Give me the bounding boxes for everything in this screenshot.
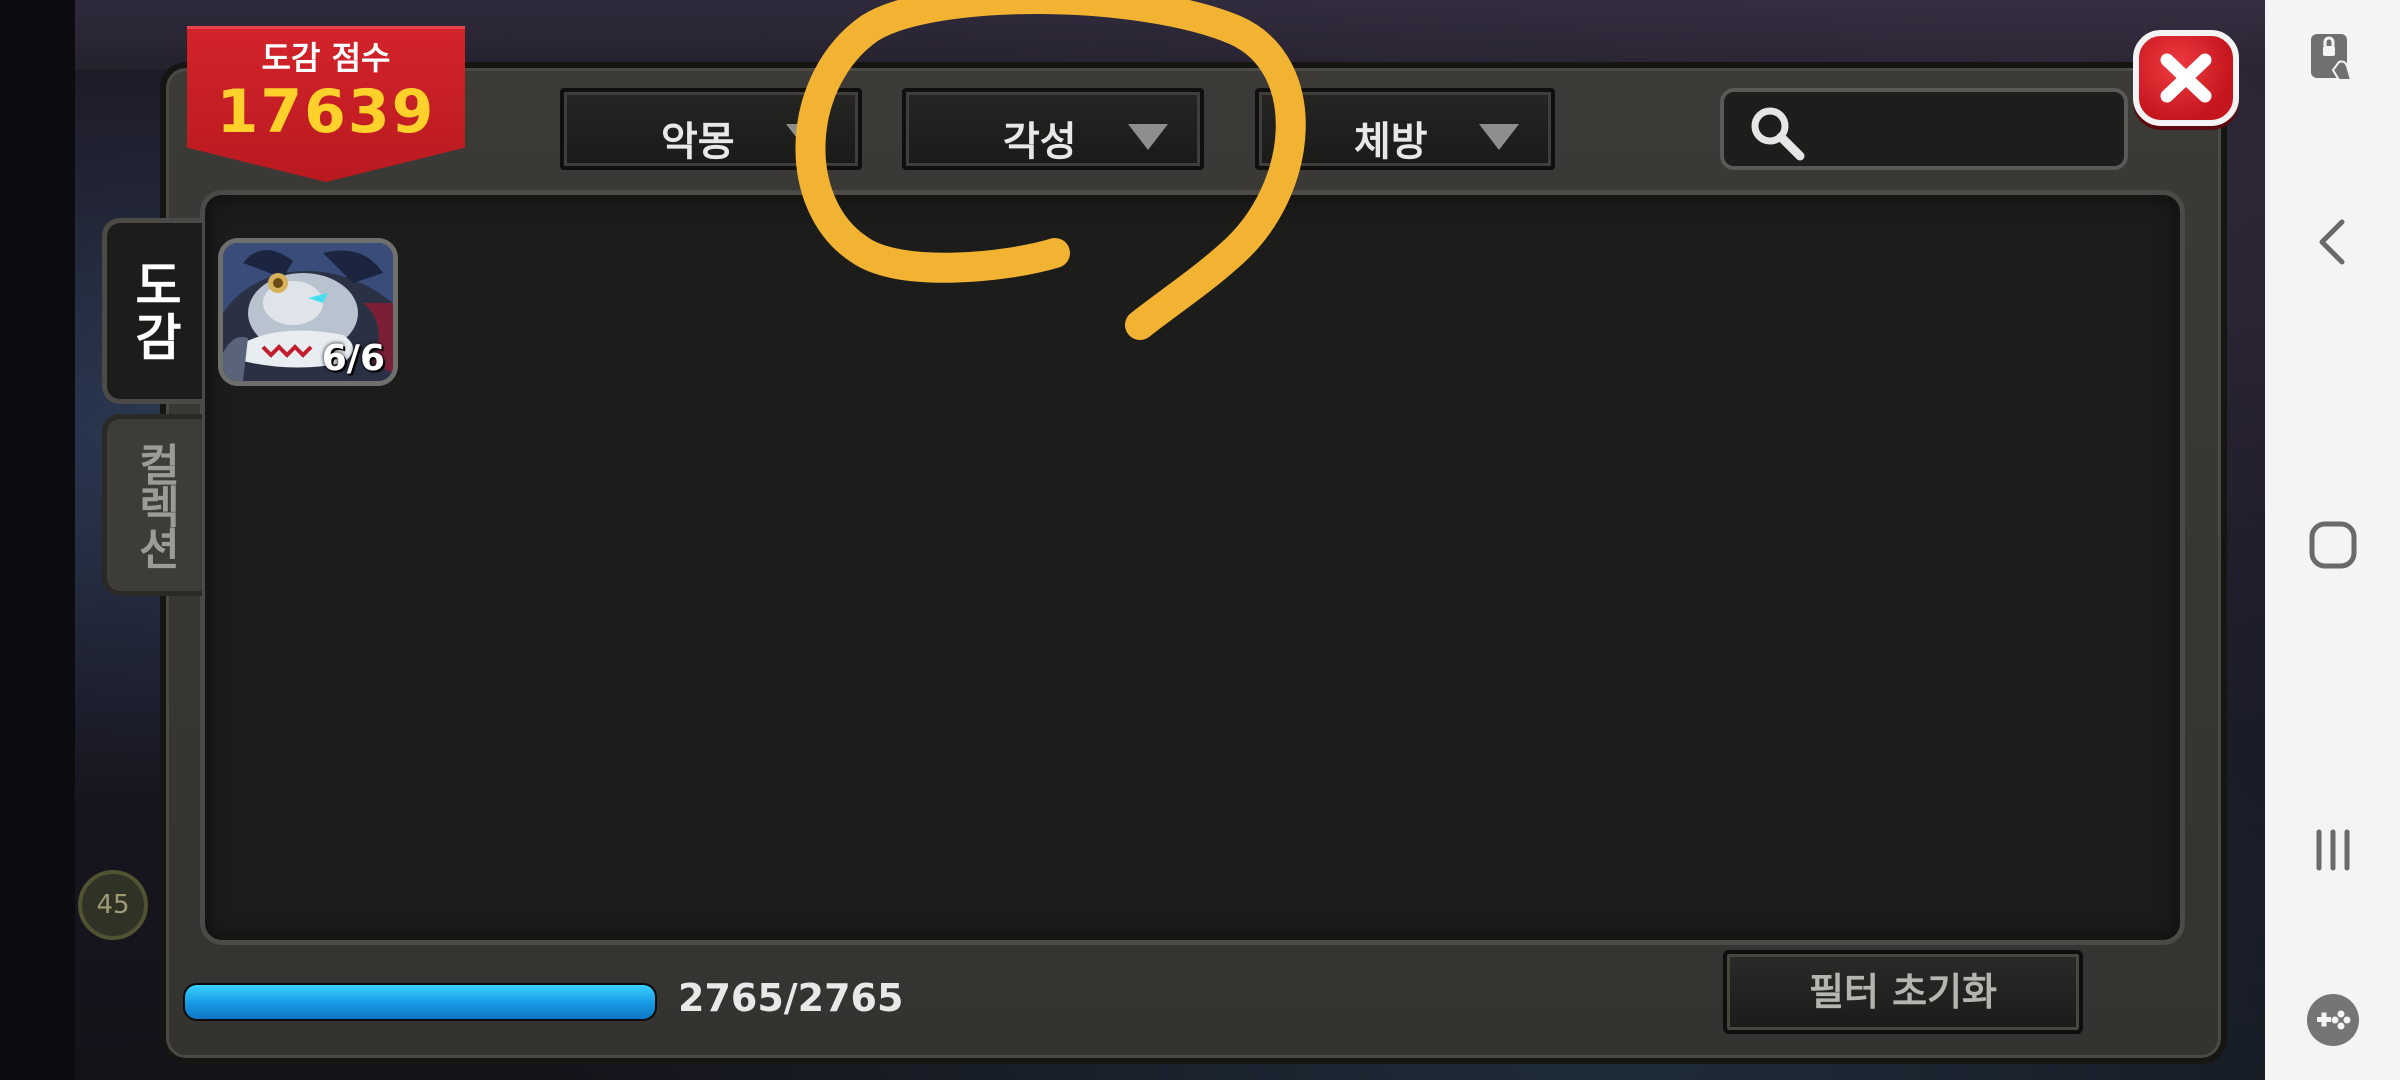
filter-dropdown-stat[interactable]: 체방 bbox=[1255, 88, 1555, 170]
score-label: 도감 점수 bbox=[261, 39, 391, 77]
progress-fill bbox=[185, 985, 655, 1019]
chevron-down-icon bbox=[1128, 124, 1168, 150]
search-input[interactable] bbox=[1819, 104, 2113, 156]
system-navigation-bar bbox=[2265, 0, 2400, 1080]
chevron-down-icon bbox=[786, 124, 826, 150]
game-tools-button[interactable] bbox=[2265, 990, 2400, 1050]
back-button[interactable] bbox=[2265, 212, 2400, 272]
app-screen: 45 도감 점수 17639 악몽 각성 체방 도감 컬렉션 6/6 2765/… bbox=[0, 0, 2400, 1080]
filter-dropdown-label: 각성 bbox=[1003, 119, 1077, 165]
progress-text: 2765/2765 bbox=[678, 976, 904, 1020]
tab-collection[interactable]: 컬렉션 bbox=[102, 414, 202, 596]
home-button[interactable] bbox=[2265, 515, 2400, 575]
close-icon bbox=[2160, 53, 2212, 103]
search-box[interactable] bbox=[1720, 88, 2128, 170]
touch-lock-button[interactable] bbox=[2265, 28, 2400, 88]
card-list-panel bbox=[200, 190, 2185, 945]
filter-dropdown-label: 체방 bbox=[1354, 119, 1428, 165]
search-icon bbox=[1751, 107, 1805, 161]
tab-dogam-label: 도감 bbox=[125, 259, 184, 363]
background-level-badge: 45 bbox=[78, 870, 148, 940]
filter-dropdown-awakening[interactable]: 각성 bbox=[902, 88, 1204, 170]
filter-dropdown-nightmare[interactable]: 악몽 bbox=[560, 88, 862, 170]
home-icon bbox=[2309, 521, 2356, 569]
chevron-down-icon bbox=[1479, 124, 1519, 150]
touch-lock-icon bbox=[2310, 34, 2352, 81]
card-count: 6/6 bbox=[321, 338, 385, 379]
filter-dropdown-label: 악몽 bbox=[661, 119, 735, 165]
recents-button[interactable] bbox=[2265, 820, 2400, 880]
game-tools-icon bbox=[2306, 994, 2359, 1046]
filter-reset-button[interactable]: 필터 초기화 bbox=[1723, 950, 2083, 1034]
character-card[interactable]: 6/6 bbox=[218, 238, 398, 386]
tab-collection-label: 컬렉션 bbox=[129, 442, 181, 568]
recents-icon bbox=[2316, 829, 2349, 871]
collection-progress-bar bbox=[183, 983, 657, 1021]
close-button[interactable] bbox=[2133, 30, 2239, 126]
back-icon bbox=[2319, 219, 2344, 265]
score-value: 17639 bbox=[216, 77, 436, 147]
tab-dogam[interactable]: 도감 bbox=[102, 218, 202, 404]
